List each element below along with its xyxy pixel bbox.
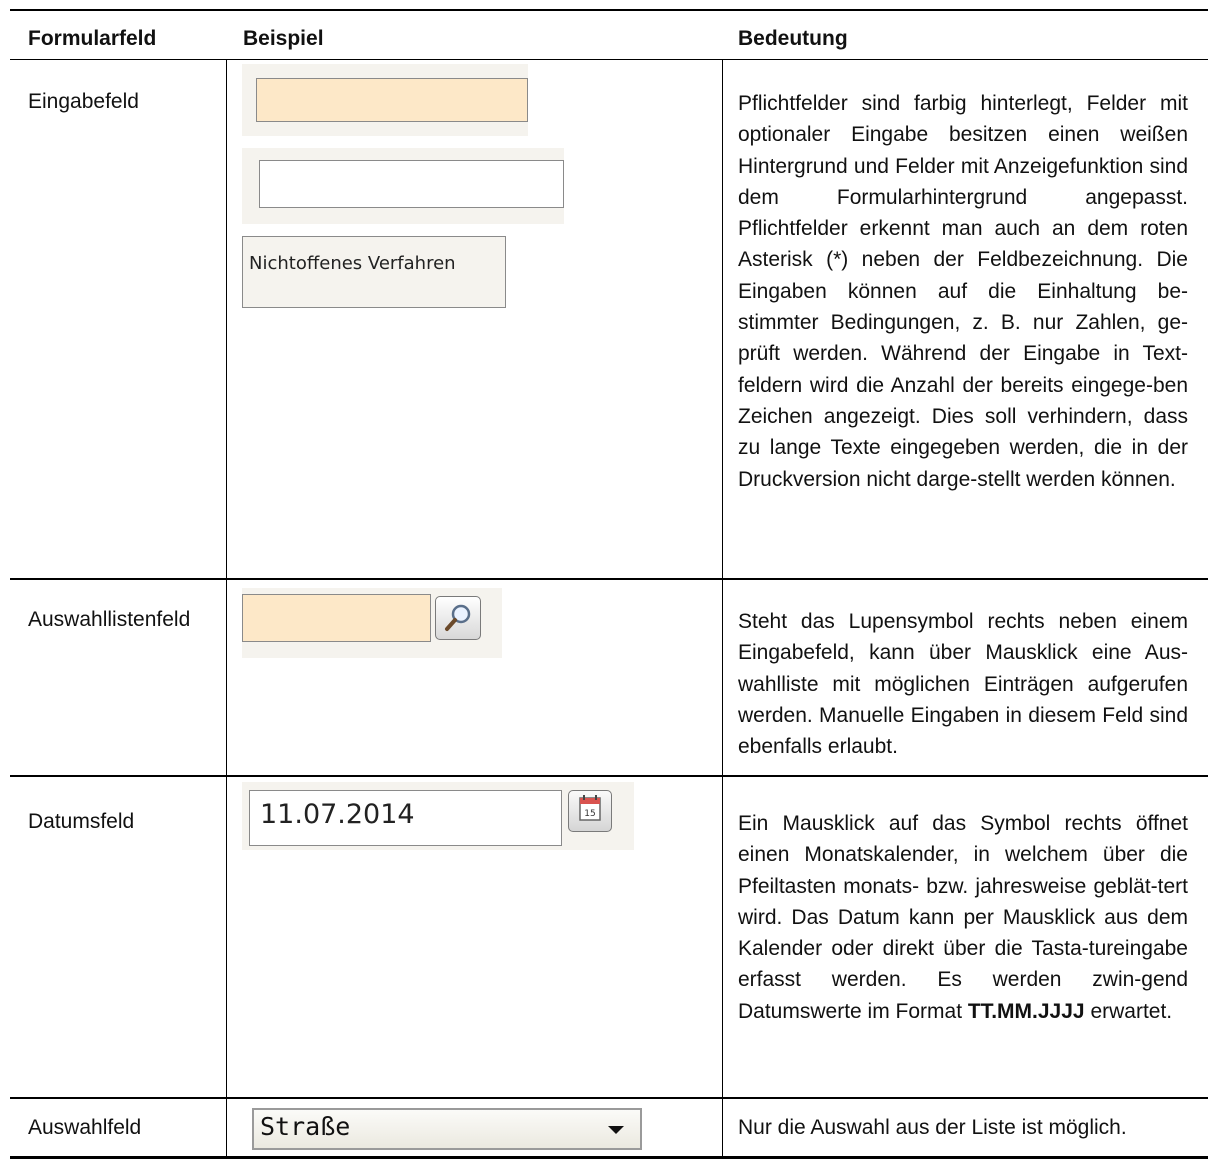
field-name-auswahlfeld: Auswahlfeld	[28, 1116, 142, 1139]
required-input-example[interactable]	[256, 78, 528, 122]
select-value: Straße	[260, 1112, 351, 1141]
description-datumsfeld-end: erwartet.	[1090, 999, 1173, 1023]
row-3-bottom-rule	[10, 1097, 1208, 1099]
col-separator-2	[722, 60, 723, 1158]
date-format: TT.MM.JJJJ	[967, 999, 1085, 1023]
header-formularfeld: Formularfeld	[28, 27, 157, 50]
lookup-input-example[interactable]	[242, 594, 431, 642]
description-datumsfeld: Ein Mausklick auf das Symbol rechts öffn…	[738, 808, 1188, 1027]
table-top-rule	[10, 9, 1208, 11]
row-1-bottom-rule	[10, 578, 1208, 580]
description-datumsfeld-text: Ein Mausklick auf das Symbol rechts öffn…	[738, 812, 1188, 1023]
magnifier-icon	[445, 604, 471, 631]
lookup-button[interactable]	[435, 596, 481, 640]
field-name-eingabefeld: Eingabefeld	[28, 90, 139, 113]
col-separator-1	[226, 60, 227, 1158]
header-bottom-rule	[10, 59, 1208, 60]
date-input-example[interactable]: 11.07.2014	[249, 790, 562, 846]
calendar-icon: 15	[579, 795, 601, 821]
description-auswahlfeld: Nur die Auswahl aus der Liste ist möglic…	[738, 1116, 1127, 1139]
header-bedeutung: Bedeutung	[738, 27, 848, 50]
header-beispiel: Beispiel	[243, 27, 324, 50]
description-eingabefeld: Pflichtfelder sind farbig hinterlegt, Fe…	[738, 92, 1188, 491]
optional-input-example[interactable]	[259, 160, 564, 208]
row-2-bottom-rule	[10, 775, 1208, 777]
table-bottom-rule	[10, 1156, 1208, 1159]
field-name-auswahllistenfeld: Auswahllistenfeld	[28, 608, 191, 631]
calendar-button[interactable]: 15	[568, 790, 612, 832]
select-example[interactable]: Straße	[252, 1108, 642, 1150]
calendar-day: 15	[584, 809, 595, 819]
field-name-datumsfeld: Datumsfeld	[28, 810, 135, 833]
display-field-example: Nichtoffenes Verfahren	[242, 236, 506, 308]
description-auswahllistenfeld: Steht das Lupensymbol rechts neben einem…	[738, 610, 1188, 759]
chevron-down-icon	[608, 1126, 624, 1134]
